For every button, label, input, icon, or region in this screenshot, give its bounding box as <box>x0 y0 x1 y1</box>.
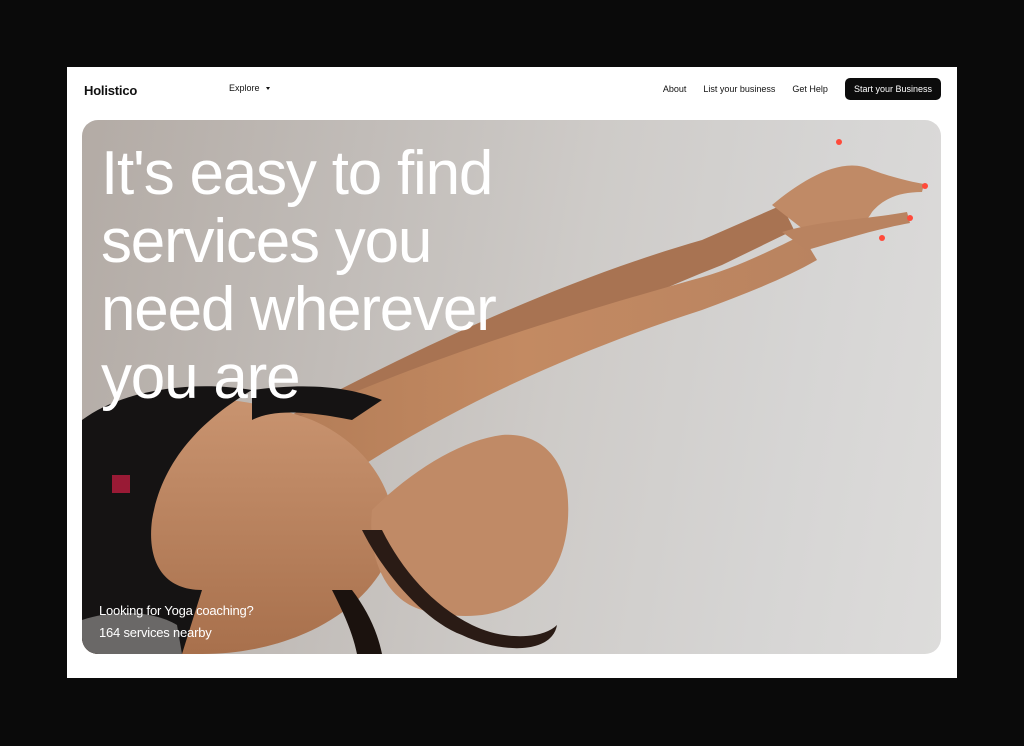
services-count[interactable]: 164 services nearby <box>99 622 254 644</box>
headline-line: need wherever <box>101 275 497 344</box>
nav-link-about[interactable]: About <box>663 84 687 94</box>
explore-dropdown[interactable]: Explore <box>229 83 270 93</box>
subtitle-question: Looking for Yoga coaching? <box>99 603 254 618</box>
hero-banner: It's easy to find services you need wher… <box>82 120 941 654</box>
app-frame: Holistico Explore About List your busine… <box>67 67 957 678</box>
top-nav: Holistico Explore About List your busine… <box>67 67 957 112</box>
brand-logo[interactable]: Holistico <box>84 83 137 98</box>
nav-link-get-help[interactable]: Get Help <box>792 84 828 94</box>
caret-down-icon <box>265 86 270 90</box>
headline-line: services you <box>101 207 432 276</box>
nav-links: About List your business Get Help Start … <box>663 78 941 100</box>
hero-subtitle: Looking for Yoga coaching? 164 services … <box>99 600 254 644</box>
headline-line: It's easy to find <box>101 139 493 208</box>
hero-headline: It's easy to find services you need wher… <box>101 139 497 412</box>
explore-label: Explore <box>229 83 260 93</box>
headline-line: you are <box>101 343 301 412</box>
start-business-button[interactable]: Start your Business <box>844 78 941 100</box>
nav-link-list-business[interactable]: List your business <box>703 84 775 94</box>
